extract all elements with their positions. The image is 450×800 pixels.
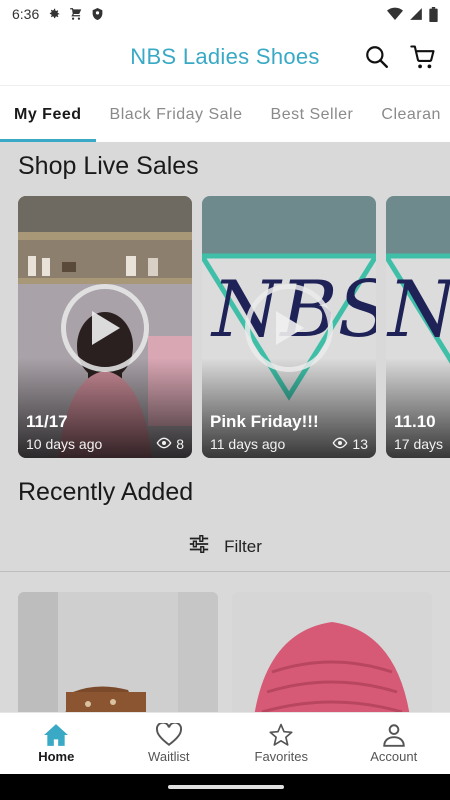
live-sale-time: 11 days ago	[210, 436, 286, 452]
cart-icon	[69, 7, 83, 21]
nav-favorites[interactable]: Favorites	[225, 713, 338, 774]
section-title-live: Shop Live Sales	[18, 152, 199, 180]
live-sale-card[interactable]: 11/17 10 days ago 8	[18, 196, 192, 458]
nav-account-label: Account	[370, 749, 418, 764]
play-icon[interactable]	[61, 284, 149, 372]
cart-icon[interactable]	[409, 43, 437, 71]
filter-label: Filter	[224, 536, 262, 556]
eye-icon	[332, 436, 348, 452]
status-time: 6:36	[12, 6, 40, 22]
sliders-icon	[188, 534, 210, 559]
play-icon[interactable]	[245, 284, 333, 372]
live-sale-views: 13	[332, 436, 368, 452]
bottom-nav: Home Waitlist Favorites Account	[0, 712, 450, 774]
feed-content: Shop Live Sales 11/17 10 days ago 8 NBS …	[0, 142, 450, 712]
live-sale-time: 17 days	[394, 436, 444, 452]
product-grid	[18, 592, 432, 712]
views-count: 8	[176, 436, 184, 452]
views-count: 13	[352, 436, 368, 452]
status-bar: 6:36	[0, 0, 450, 28]
live-sale-card[interactable]: NBS Pink Friday!!! 11 days ago 13	[202, 196, 376, 458]
svg-text:NB: NB	[386, 265, 450, 355]
star-icon	[268, 723, 294, 747]
nav-favorites-label: Favorites	[254, 749, 308, 764]
product-image	[18, 592, 218, 712]
live-sale-title: 11/17	[26, 412, 68, 431]
search-icon[interactable]	[363, 43, 391, 71]
tab-best-seller[interactable]: Best Seller	[257, 88, 368, 142]
nav-home[interactable]: Home	[0, 713, 113, 774]
live-sale-title: Pink Friday!!!	[210, 412, 319, 431]
live-sale-time: 10 days ago	[26, 436, 103, 452]
live-sale-card[interactable]: NB 11.10 17 days	[386, 196, 450, 458]
tab-black-friday-sale[interactable]: Black Friday Sale	[96, 88, 257, 142]
filter-button[interactable]: Filter	[0, 522, 450, 572]
feed-tabs: My Feed Black Friday Sale Best Seller Cl…	[0, 88, 450, 142]
shield-icon	[91, 7, 104, 21]
tab-clearance[interactable]: Clearan	[367, 88, 450, 142]
person-icon	[381, 723, 407, 747]
live-sales-carousel: 11/17 10 days ago 8 NBS Pink Friday!!! 1…	[18, 196, 450, 458]
live-sale-title: 11.10	[394, 412, 436, 431]
tab-my-feed[interactable]: My Feed	[0, 88, 96, 142]
app-title: NBS Ladies Shoes	[130, 43, 320, 69]
wifi-icon	[387, 7, 403, 21]
eye-icon	[156, 436, 172, 452]
nav-account[interactable]: Account	[338, 713, 450, 774]
battery-icon	[429, 6, 438, 22]
home-gesture-handle[interactable]	[168, 785, 284, 789]
live-sale-views: 8	[156, 436, 184, 452]
product-card[interactable]	[232, 592, 432, 712]
home-icon	[43, 723, 69, 747]
gear-icon	[47, 7, 61, 21]
product-image	[232, 592, 432, 712]
nav-waitlist-label: Waitlist	[148, 749, 190, 764]
signal-icon	[409, 7, 423, 21]
nav-home-label: Home	[38, 749, 75, 764]
section-title-recent: Recently Added	[18, 478, 194, 506]
system-gesture-bar	[0, 774, 450, 800]
heart-icon	[155, 723, 182, 747]
app-header: NBS Ladies Shoes	[0, 28, 450, 86]
product-card[interactable]	[18, 592, 218, 712]
nav-waitlist[interactable]: Waitlist	[113, 713, 226, 774]
